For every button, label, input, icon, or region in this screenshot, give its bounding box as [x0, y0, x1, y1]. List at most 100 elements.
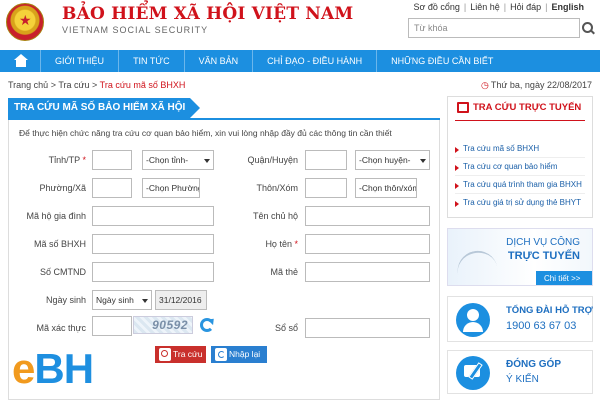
site-header: BẢO HIỂM XÃ HỘI VIỆT NAM VIETNAM SOCIAL … [0, 0, 600, 48]
district-select[interactable]: -Chọn huyện- [355, 150, 430, 170]
nav-item-nhung-dieu[interactable]: NHỮNG ĐIỀU CẦN BIẾT [376, 50, 507, 72]
nav-item-chi-dao[interactable]: CHỈ ĐẠO - ĐIỀU HÀNH [252, 50, 376, 72]
book-no-input[interactable] [305, 318, 430, 338]
dob-type-value: Ngày sinh [96, 295, 134, 305]
reset-icon [215, 348, 227, 361]
divider [455, 175, 585, 176]
brand-title[interactable]: BẢO HIỂM XÃ HỘI VIỆT NAM [62, 4, 353, 24]
village-select-value: -Chọn thôn/xóm- [359, 183, 417, 193]
online-lookup-underline [455, 120, 585, 121]
chevron-down-icon [420, 159, 426, 163]
breadcrumb: Trang chủ > Tra cứu > Tra cứu mã số BHXH [8, 80, 185, 90]
district-select-value: -Chọn huyện- [359, 155, 411, 165]
search-icon [159, 348, 171, 361]
ward-label: Phường/Xã [39, 183, 86, 193]
captcha-label: Mã xác thực [36, 323, 86, 333]
required-mark: * [82, 155, 86, 165]
household-head-label: Tên chủ hộ [252, 211, 298, 221]
household-code-input[interactable] [92, 206, 214, 226]
captcha-image: 90592 [133, 316, 193, 334]
feedback-icon [456, 356, 490, 390]
cmtnd-label: Số CMTND [39, 267, 86, 277]
contact-link[interactable]: Liên hệ [466, 2, 504, 12]
form-intro: Để thực hiện chức năng tra cứu cơ quan b… [19, 128, 392, 138]
date-text: Thứ ba, ngày 22/08/2017 [490, 80, 592, 90]
breadcrumb-home[interactable]: Trang chủ [8, 80, 48, 90]
province-select-value: -Chọn tỉnh- [146, 155, 189, 165]
feedback-title: ĐÓNG GÓP [506, 359, 562, 370]
current-date: ◷ Thứ ba, ngày 22/08/2017 [481, 80, 592, 91]
village-select[interactable]: -Chọn thôn/xóm- [355, 178, 417, 198]
dob-value: 31/12/2016 [159, 295, 202, 305]
captcha-input[interactable] [92, 316, 132, 336]
search-input[interactable]: Từ khóa [408, 18, 580, 38]
divider [455, 193, 585, 194]
hotline-title: TỔNG ĐÀI HỖ TRỢ [506, 305, 593, 316]
dob-type-select[interactable]: Ngày sinh [92, 290, 152, 310]
sidebar-item-bhyt-card[interactable]: Tra cứu giá trị sử dụng thẻ BHYT [455, 198, 581, 207]
district-code-input[interactable] [305, 150, 347, 170]
reset-button[interactable]: Nhập lại [211, 346, 267, 363]
handshake-graphic [453, 247, 499, 279]
form-title: TRA CỨU MÃ SỐ BẢO HIỂM XÃ HỘI [8, 98, 200, 118]
ward-select[interactable]: -Chọn Phường/xã- [142, 178, 200, 198]
chevron-down-icon [204, 159, 210, 163]
village-code-input[interactable] [305, 178, 347, 198]
sidebar-item-insurance-office[interactable]: Tra cứu cơ quan bảo hiểm [455, 162, 557, 171]
hotline-banner[interactable]: TỔNG ĐÀI HỖ TRỢ 1900 63 67 03 [447, 296, 593, 342]
search-button-label: Tra cứu [173, 349, 203, 359]
online-service-banner[interactable]: DỊCH VỤ CÔNG TRỰC TUYẾN Chi tiết >> [447, 228, 593, 286]
refresh-icon[interactable] [200, 318, 214, 332]
full-name-label-text: Họ tên [265, 239, 292, 249]
divider [455, 157, 585, 158]
service-details-link[interactable]: Chi tiết >> [536, 271, 592, 285]
nav-item-van-ban[interactable]: VĂN BẢN [183, 50, 253, 72]
search-button[interactable]: Tra cứu [155, 346, 206, 363]
nav-item-tin-tuc[interactable]: TIN TỨC [118, 50, 184, 72]
province-select[interactable]: -Chọn tỉnh- [142, 150, 214, 170]
bhxh-code-input[interactable] [92, 234, 214, 254]
breadcrumb-lookup[interactable]: Tra cứu [58, 80, 89, 90]
feedback-banner[interactable]: ĐÓNG GÓP Ý KIẾN [447, 350, 593, 394]
cmtnd-input[interactable] [92, 262, 214, 282]
household-head-input[interactable] [305, 206, 430, 226]
service-line2: TRỰC TUYẾN [507, 250, 580, 262]
hotline-number: 1900 63 67 03 [506, 320, 577, 332]
card-code-input[interactable] [305, 262, 430, 282]
ward-code-input[interactable] [92, 178, 132, 198]
nav-item-gioi-thieu[interactable]: GIỚI THIỆU [40, 50, 118, 72]
breadcrumb-separator: > [92, 80, 98, 90]
sitemap-link[interactable]: Sơ đồ cổng [409, 2, 463, 12]
national-emblem-logo[interactable] [6, 3, 44, 41]
village-label: Thôn/Xóm [256, 183, 298, 193]
support-agent-icon [456, 303, 490, 337]
main-nav: GIỚI THIỆU TIN TỨC VĂN BẢN CHỈ ĐẠO - ĐIỀ… [0, 50, 600, 72]
search-icon[interactable] [580, 18, 596, 38]
faq-link[interactable]: Hỏi đáp [506, 2, 545, 12]
breadcrumb-current: Tra cứu mã số BHXH [99, 80, 186, 90]
feedback-subtitle: Ý KIẾN [506, 374, 539, 385]
full-name-label: Họ tên * [240, 239, 298, 249]
district-label: Quận/Huyện [247, 155, 298, 165]
home-icon[interactable] [0, 50, 40, 72]
dob-input[interactable]: 31/12/2016 [155, 290, 207, 310]
province-code-input[interactable] [92, 150, 132, 170]
service-line1: DỊCH VỤ CÔNG [506, 237, 580, 248]
ebh-bh: BH [34, 345, 94, 392]
top-links: Sơ đồ cổng | Liên hệ | Hỏi đáp | English [409, 2, 588, 12]
breadcrumb-separator: > [50, 80, 56, 90]
monitor-icon [457, 102, 469, 113]
english-link[interactable]: English [547, 2, 588, 12]
book-no-label: Sổ sổ [274, 323, 298, 333]
bhxh-code-label: Mã số BHXH [33, 239, 86, 249]
online-lookup-title: TRA CỨU TRỰC TUYẾN [455, 102, 585, 113]
online-lookup-title-text: TRA CỨU TRỰC TUYẾN [473, 102, 582, 113]
province-label-text: Tỉnh/TP [48, 155, 80, 165]
ebh-watermark-logo: eBH [12, 346, 122, 392]
brand-subtitle: VIETNAM SOCIAL SECURITY [62, 25, 209, 35]
sidebar-item-participation[interactable]: Tra cứu quá trình tham gia BHXH [455, 180, 582, 189]
required-mark: * [294, 239, 298, 249]
sidebar-item-bhxh-code[interactable]: Tra cứu mã số BHXH [455, 144, 539, 153]
household-code-label: Mã hộ gia đình [26, 211, 86, 221]
full-name-input[interactable] [305, 234, 430, 254]
